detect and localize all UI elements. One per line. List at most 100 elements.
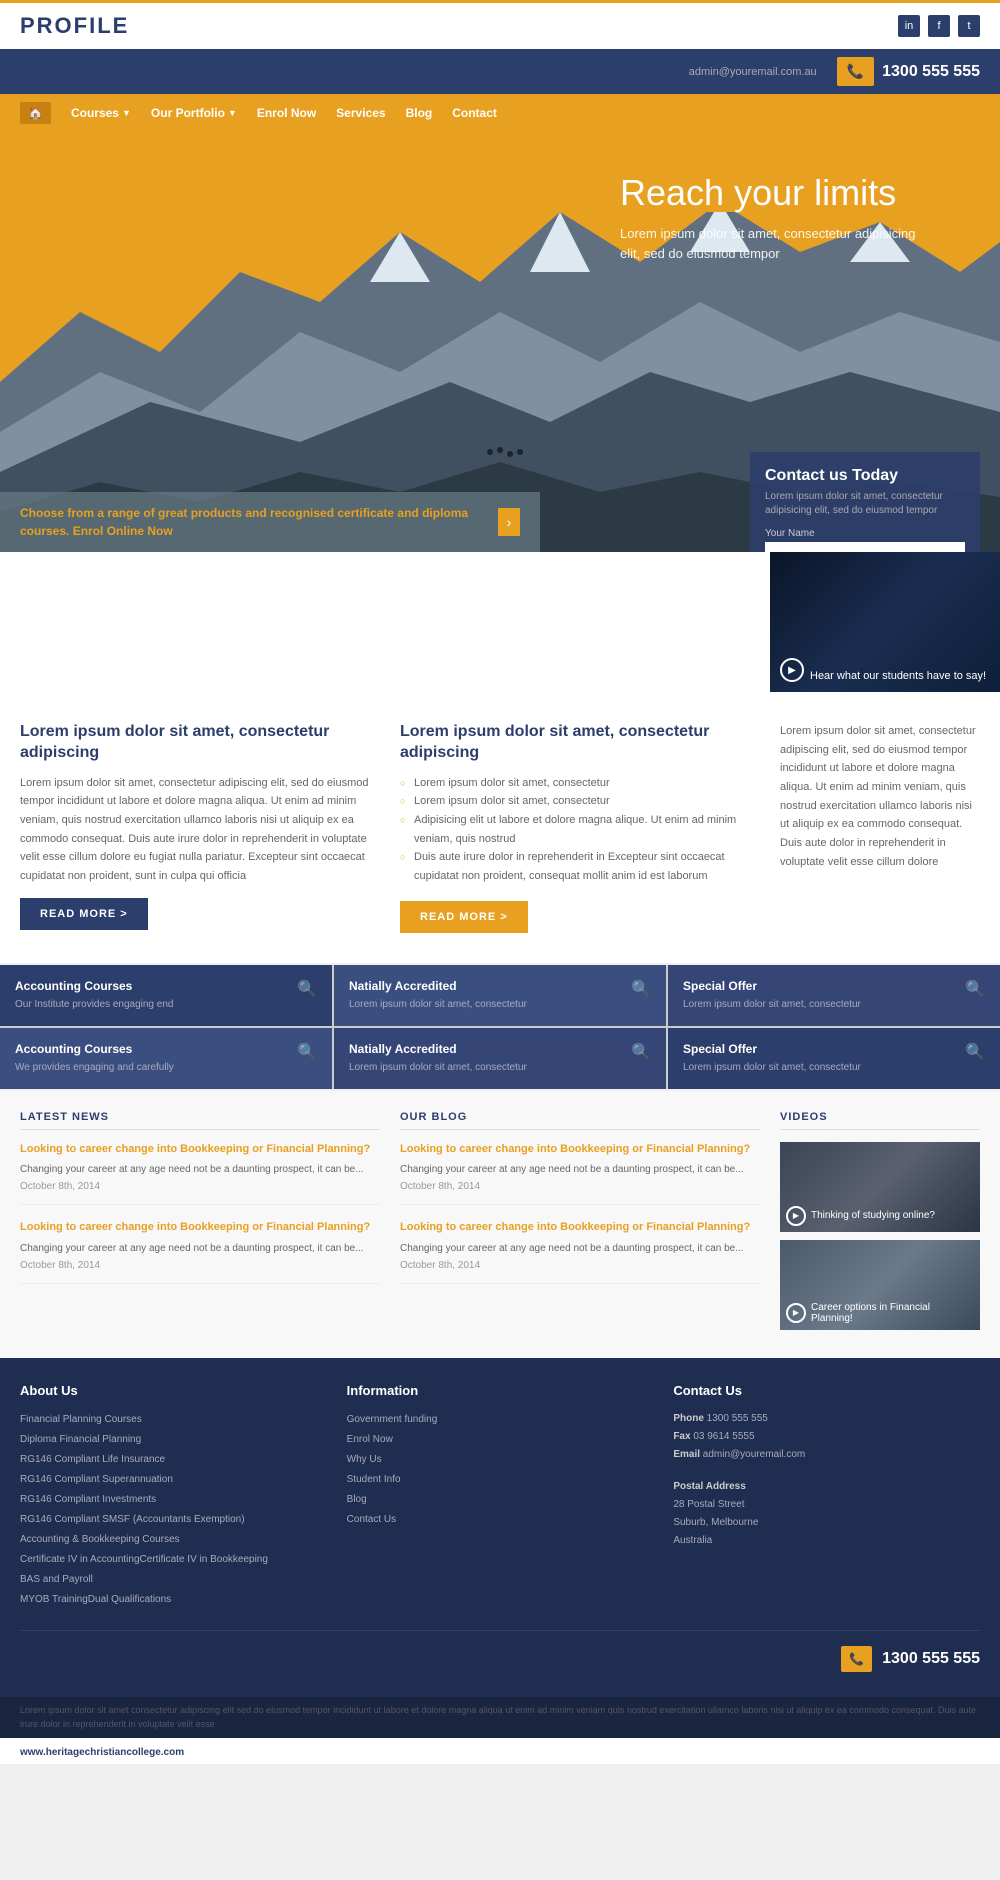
footer-link-super[interactable]: RG146 Compliant Superannuation [20,1470,327,1490]
feature-1[interactable]: Natially Accredited Lorem ipsum dolor si… [334,965,666,1026]
footer-phone-info: Phone 1300 555 555 [673,1410,980,1428]
feature-0[interactable]: Accounting Courses Our Institute provide… [0,965,332,1026]
footer-link-invest[interactable]: RG146 Compliant Investments [20,1490,327,1510]
footer-link-smsf[interactable]: RG146 Compliant SMSF (Accountants Exempt… [20,1510,327,1530]
play-circle[interactable]: ▶ [780,658,804,682]
hero-text: Reach your limits Lorem ipsum dolor sit … [620,172,920,263]
content-col-2: Lorem ipsum dolor sit amet, consectetur … [400,722,760,933]
linkedin-icon[interactable]: in [898,15,920,37]
video-item-2[interactable]: ▶ Career options in Financial Planning! [780,1240,980,1330]
feature-0-title: Accounting Courses [15,979,173,993]
video-item-1[interactable]: ▶ Thinking of studying online? [780,1142,980,1232]
three-col-section: LATEST NEWS Looking to career change int… [0,1091,1000,1358]
video-overlay-1: ▶ Thinking of studying online? [786,1206,974,1226]
nav-item-enrol[interactable]: Enrol Now [257,106,316,120]
news-1-title[interactable]: Looking to career change into Bookkeepin… [20,1142,380,1157]
videos-col: VIDEOS ▶ Thinking of studying online? ▶ … [780,1111,980,1338]
footer-link-accounting[interactable]: Accounting & Bookkeeping Courses [20,1530,327,1550]
videos-label: VIDEOS [780,1111,980,1130]
nav-item-home[interactable]: 🏠 [20,102,51,124]
nav-item-portfolio[interactable]: Our Portfolio ▼ [151,106,237,120]
blog-2-date: October 8th, 2014 [400,1260,760,1271]
footer-url-text[interactable]: www.heritagechristiancollege.com [20,1747,184,1758]
footer-link-cert[interactable]: Certificate IV in AccountingCertificate … [20,1550,327,1570]
blog-col: OUR BLOG Looking to career change into B… [400,1111,760,1338]
read-more-orange-button[interactable]: READ MORE > [400,901,528,933]
news-item-2: Looking to career change into Bookkeepin… [20,1220,380,1283]
feature-4[interactable]: Natially Accredited Lorem ipsum dolor si… [334,1028,666,1089]
play-icon-1[interactable]: ▶ [786,1206,806,1226]
footer-link-diploma[interactable]: Diploma Financial Planning [20,1430,327,1450]
col2-title: Lorem ipsum dolor sit amet, consectetur … [400,722,760,764]
feature-2[interactable]: Special Offer Lorem ipsum dolor sit amet… [668,965,1000,1026]
footer-suburb: Suburb, Melbourne [673,1514,980,1532]
feature-4-icon: 🔍 [631,1042,651,1062]
contact-bar: admin@youremail.com.au 📞 1300 555 555 [0,49,1000,94]
blog-1-title[interactable]: Looking to career change into Bookkeepin… [400,1142,760,1157]
footer-link-why[interactable]: Why Us [347,1450,654,1470]
twitter-icon[interactable]: t [958,15,980,37]
name-input[interactable] [765,542,965,552]
footer-link-bas[interactable]: BAS and Payroll [20,1570,327,1590]
footer-link-enrol[interactable]: Enrol Now [347,1430,654,1450]
contact-email: admin@youremail.com.au [689,66,817,78]
footer-link-myob[interactable]: MYOB TrainingDual Qualifications [20,1590,327,1610]
footer-contact-title: Contact Us [673,1383,980,1398]
nav-item-courses[interactable]: Courses ▼ [71,106,131,120]
video-callout-section: ▶ Hear what our students have to say! [0,552,1000,692]
feature-5[interactable]: Special Offer Lorem ipsum dolor sit amet… [668,1028,1000,1089]
footer-email-info: Email admin@youremail.com [673,1446,980,1464]
footer-link-blog[interactable]: Blog [347,1490,654,1510]
video-callout-box[interactable]: ▶ Hear what our students have to say! [770,552,1000,692]
hero-arrow-btn[interactable]: › [498,508,520,536]
footer-bottom-phone[interactable]: 1300 555 555 [882,1650,980,1668]
feature-0-icon: 🔍 [297,979,317,999]
content-col-3: Lorem ipsum dolor sit amet, consectetur … [780,722,980,933]
feature-2-desc: Lorem ipsum dolor sit amet, consectetur [683,997,861,1012]
col1-text: Lorem ipsum dolor sit amet, consectetur … [20,774,380,886]
bullet-3: Adipisicing elit ut labore et dolore mag… [400,811,760,848]
hero-banner-text: Choose from a range of great products an… [20,504,498,540]
news-2-text: Changing your career at any age need not… [20,1241,380,1256]
footer-about-title: About Us [20,1383,327,1398]
blog-1-text: Changing your career at any age need not… [400,1162,760,1177]
phone-number[interactable]: 1300 555 555 [882,63,980,81]
footer-info-title: Information [347,1383,654,1398]
content-col-1: Lorem ipsum dolor sit amet, consectetur … [20,722,380,933]
news-2-title[interactable]: Looking to career change into Bookkeepin… [20,1220,380,1235]
footer-url-bar: www.heritagechristiancollege.com [0,1738,1000,1764]
play-icon-2[interactable]: ▶ [786,1303,806,1323]
feature-2-title: Special Offer [683,979,861,993]
nav-item-blog[interactable]: Blog [406,106,433,120]
feature-4-desc: Lorem ipsum dolor sit amet, consectetur [349,1060,527,1075]
feature-3-title: Accounting Courses [15,1042,174,1056]
video-callout-text: Hear what our students have to say! [810,670,986,682]
feature-5-desc: Lorem ipsum dolor sit amet, consectetur [683,1060,861,1075]
feature-1-title: Natially Accredited [349,979,527,993]
blog-2-title[interactable]: Looking to career change into Bookkeepin… [400,1220,760,1235]
footer-contact-col: Contact Us Phone 1300 555 555 Fax 03 961… [673,1383,980,1610]
col3-text: Lorem ipsum dolor sit amet, consectetur … [780,722,980,872]
footer-link-gov[interactable]: Government funding [347,1410,654,1430]
blog-item-1: Looking to career change into Bookkeepin… [400,1142,760,1205]
feature-3[interactable]: Accounting Courses We provides engaging … [0,1028,332,1089]
contact-form-subtitle: Lorem ipsum dolor sit amet, consectetur … [765,490,965,518]
footer-link-contact[interactable]: Contact Us [347,1510,654,1530]
feature-0-desc: Our Institute provides engaging end [15,997,173,1012]
footer-link-financial[interactable]: Financial Planning Courses [20,1410,327,1430]
hero-banner-link[interactable]: Enrol Online Now [73,524,173,538]
hero-bottom-bar: Choose from a range of great products an… [0,492,540,552]
footer-link-student[interactable]: Student Info [347,1470,654,1490]
nav-item-services[interactable]: Services [336,106,385,120]
facebook-icon[interactable]: f [928,15,950,37]
brand-name: PROFILE [20,13,129,39]
read-more-dark-button[interactable]: READ MORE > [20,898,148,930]
bullet-2: Lorem ipsum dolor sit amet, consectetur [400,792,760,811]
blog-label: OUR BLOG [400,1111,760,1130]
feature-3-icon: 🔍 [297,1042,317,1062]
footer-bottom: 📞 1300 555 555 [20,1630,980,1672]
phone-section: 📞 1300 555 555 [837,57,980,86]
blog-2-text: Changing your career at any age need not… [400,1241,760,1256]
nav-item-contact[interactable]: Contact [452,106,497,120]
footer-link-life[interactable]: RG146 Compliant Life Insurance [20,1450,327,1470]
